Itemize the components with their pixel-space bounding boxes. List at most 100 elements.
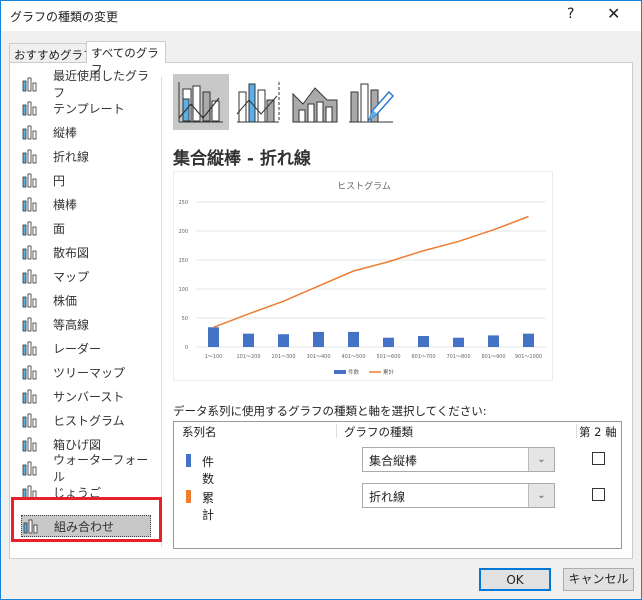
bar (348, 331, 359, 347)
sidebar-item-folder[interactable]: テンプレート (21, 97, 151, 119)
bar (313, 331, 324, 347)
chart-type-dropdown[interactable]: 集合縦棒 ⌄ (362, 447, 555, 472)
sidebar-item-map[interactable]: マップ (21, 265, 151, 287)
sidebar-item-sunburst[interactable]: サンバースト (21, 385, 151, 407)
chevron-down-icon[interactable]: ⌄ (528, 448, 554, 471)
cancel-button[interactable]: キャンセル (563, 568, 634, 591)
surface-chart-icon (21, 316, 39, 332)
x-tick-label: 601～700 (411, 354, 435, 360)
header-secondary-axis: 第 2 軸 (579, 425, 617, 439)
x-tick-label: 901～1000 (515, 354, 542, 360)
secondary-axis-checkbox[interactable] (592, 452, 605, 465)
legend-label: 累計 (383, 368, 395, 376)
histogram-icon (21, 412, 39, 428)
sidebar-item-line-chart[interactable]: 折れ線 (21, 145, 151, 167)
bar (278, 334, 289, 347)
sidebar-item-histogram[interactable]: ヒストグラム (21, 409, 151, 431)
sidebar-item-waterfall[interactable]: ウォーターフォール (21, 453, 151, 484)
sidebar-item-label: サンバースト (53, 389, 125, 404)
chart-preview: ヒストグラム 0 50 100 150 200 250 1～100 101～200 201～300… (173, 171, 553, 381)
highlight-box (11, 497, 162, 542)
chart-type-dropdown[interactable]: 折れ線 ⌄ (362, 483, 555, 508)
ok-button[interactable]: OK (479, 568, 551, 591)
box-whisker-icon (21, 436, 39, 452)
sidebar-item-label: 散布図 (53, 245, 90, 260)
sidebar-item-label: 箱ひげ図 (53, 437, 102, 452)
bar (453, 337, 464, 347)
x-tick-label: 701～800 (446, 354, 470, 360)
recent-icon (21, 76, 39, 92)
series-color-swatch (186, 490, 191, 503)
line-series (213, 215, 529, 328)
header-chart-type: グラフの種類 (344, 425, 413, 439)
sidebar-item-recent[interactable]: 最近使用したグラフ (21, 69, 151, 100)
x-tick-label: 201～300 (271, 354, 295, 360)
sidebar-item-scatter-chart[interactable]: 散布図 (21, 241, 151, 263)
window-title: グラフの種類の変更 (10, 10, 119, 24)
legend-label: 件数 (348, 368, 360, 376)
series-table: 系列名 グラフの種類 第 2 軸 件数 集合縦棒 ⌄ 累計 折れ線 ⌄ (173, 421, 622, 549)
sidebar-item-stock-chart[interactable]: 株価 (21, 289, 151, 311)
sidebar-item-label: 等高線 (53, 317, 90, 332)
chevron-down-icon[interactable]: ⌄ (528, 484, 554, 507)
sidebar-item-label: ウォーターフォール (53, 453, 149, 484)
dropdown-value: 集合縦棒 (369, 454, 418, 468)
sidebar-item-bar-chart[interactable]: 横棒 (21, 193, 151, 215)
sidebar-item-pie-chart[interactable]: 円 (21, 169, 151, 191)
sidebar-item-surface-chart[interactable]: 等高線 (21, 313, 151, 335)
sidebar-item-label: 横棒 (53, 197, 78, 212)
waterfall-icon (21, 460, 39, 476)
bar-chart-icon (21, 196, 39, 212)
subtype-stacked-area-column[interactable] (287, 74, 343, 130)
folder-icon (21, 100, 39, 116)
sidebar-item-label: 縦棒 (53, 125, 78, 140)
sunburst-icon (21, 388, 39, 404)
y-tick-label: 200 (178, 229, 188, 235)
sidebar-item-label: 折れ線 (53, 149, 90, 164)
stock-chart-icon (21, 292, 39, 308)
sidebar-item-treemap[interactable]: ツリーマップ (21, 361, 151, 383)
radar-chart-icon (21, 340, 39, 356)
sidebar-item-label: 円 (53, 173, 66, 188)
bar (243, 333, 254, 347)
sidebar-item-area-chart[interactable]: 面 (21, 217, 151, 239)
bar (523, 333, 534, 347)
y-tick-label: 100 (178, 287, 188, 293)
y-tick-label: 150 (178, 258, 188, 264)
sidebar-item-label: ヒストグラム (53, 413, 125, 428)
sidebar-item-label: 株価 (53, 293, 78, 308)
sidebar-item-label: 面 (53, 221, 66, 236)
series-name: 件数 (202, 455, 215, 486)
column-chart-icon (21, 124, 39, 140)
sidebar-item-radar-chart[interactable]: レーダー (21, 337, 151, 359)
tab-all-charts[interactable]: すべてのグラフ (86, 41, 166, 76)
bar (383, 337, 394, 347)
x-tick-label: 301～400 (306, 354, 330, 360)
map-icon (21, 268, 39, 284)
subtype-title: 集合縦棒 - 折れ線 (173, 149, 311, 169)
x-tick-label: 801～900 (481, 354, 505, 360)
series-instruction: データ系列に使用するグラフの種類と軸を選択してください: (173, 404, 487, 418)
y-tick-label: 50 (182, 316, 188, 322)
sidebar-item-label: 最近使用したグラフ (53, 69, 150, 100)
dropdown-value: 折れ線 (369, 490, 406, 504)
sidebar-item-label: マップ (53, 269, 90, 284)
series-color-swatch (186, 454, 191, 467)
help-button[interactable]: ? (567, 6, 574, 22)
x-tick-label: 1～100 (205, 354, 223, 360)
line-chart-icon (21, 148, 39, 164)
x-tick-label: 101～200 (236, 354, 260, 360)
sidebar-item-column-chart[interactable]: 縦棒 (21, 121, 151, 143)
bar (208, 327, 219, 347)
subtype-column-line-secondary[interactable] (231, 74, 287, 130)
secondary-axis-checkbox[interactable] (592, 488, 605, 501)
legend-swatch-bar (334, 370, 346, 374)
close-button[interactable]: ✕ (607, 4, 620, 23)
pie-chart-icon (21, 172, 39, 188)
y-tick-label: 0 (185, 345, 188, 351)
scatter-chart-icon (21, 244, 39, 260)
divider (161, 77, 162, 547)
chart-title: ヒストグラム (337, 180, 391, 192)
subtype-custom-combo[interactable] (343, 74, 399, 130)
subtype-clustered-column-line[interactable] (173, 74, 229, 130)
